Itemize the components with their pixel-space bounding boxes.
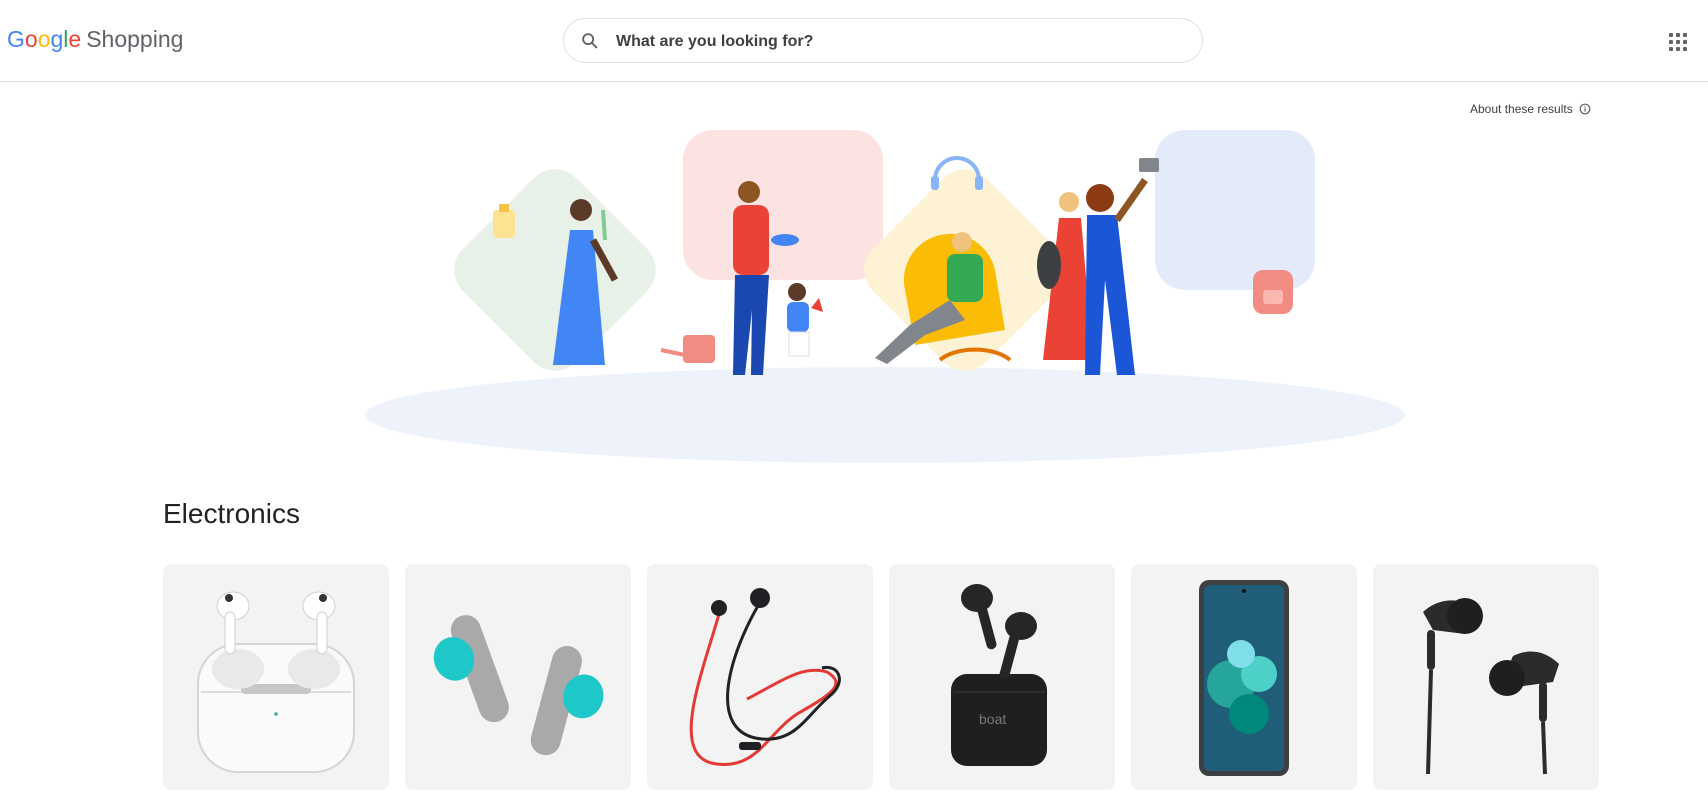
product-carousel: boat <box>163 564 1599 790</box>
logo-letter: g <box>50 26 64 52</box>
top-header: Google Shopping <box>0 0 1708 82</box>
search-box[interactable] <box>563 18 1203 63</box>
search-icon[interactable] <box>579 30 601 52</box>
product-card[interactable] <box>647 564 873 790</box>
product-card[interactable]: boat <box>889 564 1115 790</box>
smartphone-image <box>1199 580 1289 776</box>
google-shopping-logo[interactable]: Google Shopping <box>7 24 183 54</box>
about-results-link[interactable]: About these results <box>1470 102 1591 116</box>
gray-teal-earbuds-image <box>433 615 604 756</box>
svg-text:boat: boat <box>979 711 1006 727</box>
logo-letter: e <box>68 26 82 52</box>
backpack-icon <box>1253 270 1293 314</box>
child-figure <box>787 283 823 357</box>
red-black-neckband-image <box>689 588 841 766</box>
about-results-label: About these results <box>1470 102 1573 116</box>
hero-illustration <box>365 130 1405 463</box>
product-card[interactable] <box>1373 564 1599 790</box>
logo-letter: o <box>24 26 38 52</box>
logo-product-name: Shopping <box>86 26 184 52</box>
boat-black-earbuds-image: boat <box>951 584 1047 766</box>
logo-letter: o <box>37 26 51 52</box>
product-card[interactable] <box>405 564 631 790</box>
white-earbuds-case-image <box>197 591 355 773</box>
person-red-dress <box>1037 192 1093 360</box>
black-wired-earphones-image <box>1423 598 1559 775</box>
info-icon <box>1579 103 1591 115</box>
watering-can-icon <box>660 335 715 363</box>
product-card[interactable] <box>163 564 389 790</box>
search-input[interactable] <box>614 27 1178 57</box>
section-title: Electronics <box>163 498 300 529</box>
logo-letter: G <box>7 26 25 52</box>
product-card[interactable] <box>1131 564 1357 790</box>
person-blue-overalls <box>1085 158 1159 375</box>
apps-grid-icon[interactable] <box>1667 31 1689 53</box>
